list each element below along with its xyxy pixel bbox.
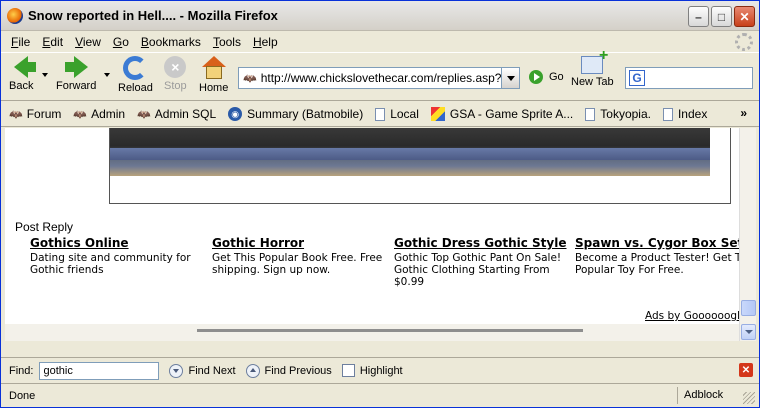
- site-favicon-icon: 🦇: [243, 72, 257, 85]
- menu-view[interactable]: View: [69, 35, 107, 49]
- bookmark-tokyopia[interactable]: Tokyopia.: [585, 107, 651, 121]
- home-icon: [201, 56, 226, 80]
- browser-window: Snow reported in Hell.... - Mozilla Fire…: [0, 0, 760, 408]
- find-previous-button[interactable]: Find Previous: [245, 363, 332, 378]
- home-button[interactable]: Home: [199, 56, 228, 94]
- arrow-down-icon: [169, 363, 184, 378]
- scroll-down-button[interactable]: [741, 324, 756, 340]
- page-icon: [662, 107, 673, 121]
- page-icon: [585, 107, 596, 121]
- close-find-bar-icon[interactable]: ✕: [739, 363, 753, 377]
- menu-go[interactable]: Go: [107, 35, 135, 49]
- highlight-button[interactable]: Highlight: [341, 364, 403, 377]
- ad-text: Become a Product Tester! Get This Popula…: [575, 252, 739, 276]
- find-bar: Find: gothic Find Next Find Previous Hig…: [1, 357, 759, 383]
- close-window-button[interactable]: ✕: [734, 6, 755, 27]
- menu-file[interactable]: File: [5, 35, 36, 49]
- maximize-button[interactable]: □: [711, 6, 732, 27]
- stop-button[interactable]: × Stop: [164, 56, 187, 92]
- minimize-button[interactable]: –: [688, 6, 709, 27]
- back-dropdown-icon[interactable]: [42, 73, 48, 77]
- back-arrow-icon: [14, 56, 37, 78]
- search-input[interactable]: G: [625, 67, 753, 89]
- post-photo: [110, 128, 710, 176]
- highlight-icon: [341, 364, 355, 377]
- new-tab-button[interactable]: New Tab: [571, 47, 614, 88]
- ad-title-link[interactable]: Spawn vs. Cygor Box Set: [575, 236, 739, 250]
- adblock-status-button[interactable]: Adblock: [677, 387, 737, 404]
- find-label: Find:: [9, 364, 34, 377]
- ad-block: Gothic Dress Gothic Style Gothic Top Got…: [394, 236, 576, 288]
- arrow-up-icon: [245, 363, 260, 378]
- bookmarks-toolbar: 🦇 Forum 🦇 Admin 🦇 Admin SQL ◉ Summary (Batmo…: [1, 102, 759, 127]
- reload-icon: [123, 56, 148, 80]
- bat-icon: 🦇: [73, 108, 88, 121]
- resize-grip-icon[interactable]: [743, 392, 755, 404]
- ad-text: Dating site and community for Gothic fri…: [30, 252, 191, 276]
- google-engine-icon[interactable]: G: [629, 70, 645, 86]
- forward-arrow-icon: [64, 56, 88, 78]
- url-history-dropdown[interactable]: [501, 68, 519, 88]
- go-icon: [529, 70, 543, 84]
- status-bar: Done Adblock: [1, 383, 759, 407]
- throbber-icon: [735, 33, 753, 51]
- firefox-logo-icon: [7, 7, 23, 24]
- find-next-button[interactable]: Find Next: [169, 363, 236, 378]
- post-image-frame: [109, 128, 731, 204]
- page-icon: [375, 107, 386, 121]
- status-text: Done: [9, 389, 36, 402]
- url-bar[interactable]: 🦇 http://www.chickslovethecar.com/replie…: [238, 67, 520, 89]
- bookmark-local[interactable]: Local: [375, 107, 419, 121]
- menu-edit[interactable]: Edit: [36, 35, 69, 49]
- ad-title-link[interactable]: Gothic Horror: [212, 236, 394, 250]
- window-title: Snow reported in Hell.... - Mozilla Fire…: [28, 8, 278, 23]
- globe-icon: ◉: [228, 107, 243, 121]
- bookmark-index[interactable]: Index: [662, 107, 707, 121]
- go-button[interactable]: Go: [529, 70, 564, 84]
- ads-by-google-link[interactable]: Ads by Goooooogle: [645, 310, 739, 322]
- back-button[interactable]: Back: [9, 56, 37, 92]
- reload-button[interactable]: Reload: [118, 56, 153, 94]
- vertical-scrollbar[interactable]: [739, 128, 756, 341]
- stop-icon: ×: [164, 56, 187, 78]
- forward-button[interactable]: Forward: [56, 56, 96, 92]
- bookmark-admin[interactable]: 🦇 Admin: [73, 107, 125, 121]
- bookmark-summary[interactable]: ◉ Summary (Batmobile): [228, 107, 363, 121]
- menu-help[interactable]: Help: [247, 35, 284, 49]
- menu-tools[interactable]: Tools: [207, 35, 247, 49]
- bookmarks-overflow-chevron-icon[interactable]: »: [740, 106, 747, 120]
- bat-icon: 🦇: [137, 108, 151, 121]
- ad-block: Gothic Horror Get This Popular Book Free…: [212, 236, 394, 276]
- horizontal-scrollbar[interactable]: [5, 324, 739, 341]
- post-reply-link[interactable]: Post Reply: [15, 220, 73, 234]
- horizontal-scroll-thumb[interactable]: [197, 329, 583, 332]
- find-input[interactable]: gothic: [39, 361, 160, 380]
- ad-text: Gothic Top Gothic Pant On Sale! Gothic C…: [394, 252, 562, 288]
- menu-bookmarks[interactable]: Bookmarks: [135, 35, 207, 49]
- ad-text: Get This Popular Book Free. Free shippin…: [212, 252, 383, 276]
- ad-block: Spawn vs. Cygor Box Set Become a Product…: [575, 236, 739, 276]
- gsa-favicon-icon: [430, 107, 445, 121]
- page-content: Post Reply Gothics Online Dating site an…: [5, 128, 739, 324]
- bookmark-gsa[interactable]: GSA - Game Sprite A...: [430, 107, 573, 121]
- bookmark-forum[interactable]: 🦇 Forum: [9, 107, 61, 121]
- bookmark-admin-sql[interactable]: 🦇 Admin SQL: [137, 107, 216, 121]
- url-text: http://www.chickslovethecar.com/replies.…: [260, 71, 515, 85]
- vertical-scroll-thumb[interactable]: [741, 300, 756, 316]
- title-bar: Snow reported in Hell.... - Mozilla Fire…: [1, 1, 759, 31]
- window-controls: – □ ✕: [688, 6, 755, 27]
- bat-icon: 🦇: [9, 108, 23, 121]
- menu-bar: File Edit View Go Bookmarks Tools Help: [1, 31, 759, 52]
- ad-block: Gothics Online Dating site and community…: [30, 236, 212, 276]
- new-tab-icon: [581, 47, 608, 74]
- ad-title-link[interactable]: Gothic Dress Gothic Style: [394, 236, 576, 250]
- ad-title-link[interactable]: Gothics Online: [30, 236, 212, 250]
- forward-dropdown-icon[interactable]: [104, 73, 110, 77]
